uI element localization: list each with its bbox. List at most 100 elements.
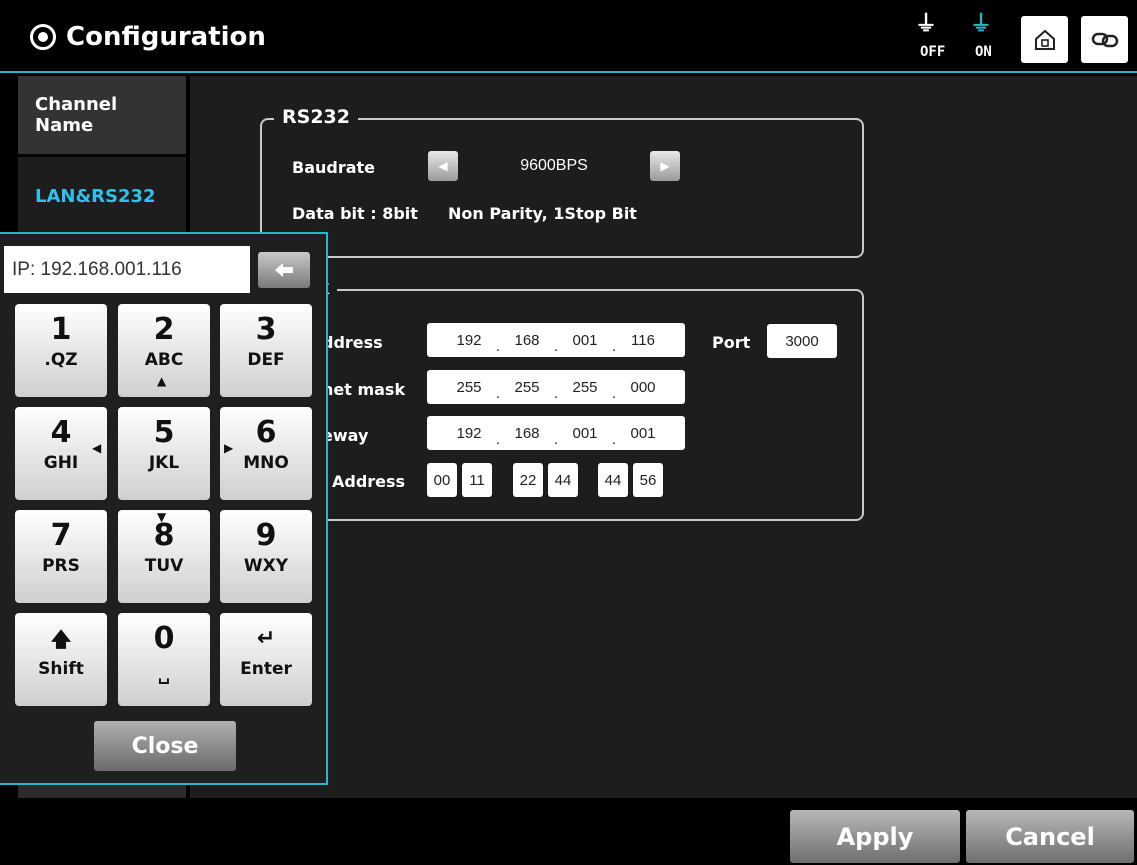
apply-button[interactable]: Apply (790, 810, 960, 863)
key-7[interactable]: 7 PRS (15, 510, 107, 603)
page-title: Configuration (30, 22, 266, 52)
parity-text: Non Parity, 1Stop Bit (448, 204, 637, 223)
ip-octet: 001 (572, 331, 598, 349)
key-1[interactable]: 1 .QZ (15, 304, 107, 397)
subnet-octet: 255 (572, 378, 598, 396)
ip-address-label: ddress (322, 333, 383, 352)
key-letters: PRS (42, 556, 80, 576)
triangle-left-icon: ◀ (438, 159, 448, 173)
key-number: 1 (50, 312, 72, 347)
gateway-octet: 001 (630, 424, 656, 442)
arrow-up-icon: 🡅 (50, 627, 72, 651)
key-letters: Enter (240, 659, 292, 679)
key-letters: MNO (243, 453, 289, 473)
key-number: 0 (153, 621, 175, 656)
key-letters: DEF (247, 350, 285, 370)
gateway-octet: 001 (572, 424, 598, 442)
tab-channel-name[interactable]: Channel Name (18, 76, 186, 154)
mac-address-label: Address (332, 472, 406, 491)
page-title-text: Configuration (66, 22, 266, 52)
home-button[interactable] (1021, 16, 1068, 63)
key-letters: WXY (243, 556, 289, 576)
subnet-mask-label: net mask (322, 380, 406, 399)
mac-byte[interactable]: 00 (427, 463, 457, 497)
key-shift[interactable]: 🡅 Shift (15, 613, 107, 706)
output-on-button[interactable]: ⏚ ON (963, 14, 1005, 64)
key-letters: ABC (144, 350, 184, 370)
plug-off-icon: ⏚ (915, 12, 938, 37)
gateway-field[interactable]: 192. 168. 001. 001 (427, 416, 685, 450)
key-letters: JKL (148, 453, 180, 473)
plug-on-icon: ⏚ (970, 12, 993, 37)
enter-icon: ↵ (256, 626, 276, 651)
space-icon: ␣ (157, 665, 171, 685)
key-letters: GHI (43, 453, 79, 473)
key-letters: .QZ (44, 350, 78, 370)
key-letters: TUV (144, 556, 184, 576)
port-field[interactable]: 3000 (767, 324, 837, 358)
key-0[interactable]: 0 ␣ (118, 613, 210, 706)
port-label: Port (712, 333, 751, 352)
key-2[interactable]: 2 ABC ▲ (118, 304, 210, 397)
backspace-button[interactable] (258, 252, 310, 288)
key-9[interactable]: 9 WXY (220, 510, 312, 603)
triangle-up-icon: ▲ (157, 374, 167, 388)
mac-byte[interactable]: 56 (633, 463, 663, 497)
ip-entry-display[interactable]: IP: 192.168.001.116 (4, 246, 250, 293)
baudrate-value: 9600BPS (520, 157, 588, 174)
triangle-left-icon: ◀ (92, 441, 102, 455)
key-number: 5 (153, 415, 175, 450)
key-5[interactable]: 5 JKL (118, 407, 210, 500)
key-4[interactable]: 4 GHI ◀ (15, 407, 107, 500)
cancel-button[interactable]: Cancel (966, 810, 1134, 863)
rs232-group: RS232 Baudrate ◀ 9600BPS ▶ Data bit : 8b… (260, 106, 864, 258)
ip-octet: 116 (631, 331, 655, 349)
mac-byte[interactable]: 22 (513, 463, 543, 497)
output-off-button[interactable]: ⏚ OFF (908, 14, 950, 64)
key-number: 9 (255, 518, 277, 553)
subnet-mask-field[interactable]: 255. 255. 255. 000 (427, 370, 685, 404)
ip-keypad-popup: IP: 192.168.001.116 1 .QZ 2 ABC ▲ 3 DEF … (0, 232, 328, 785)
subnet-octet: 255 (456, 378, 482, 396)
mac-byte[interactable]: 44 (598, 463, 628, 497)
rs232-legend: RS232 (274, 106, 358, 128)
header-bar: Configuration ⏚ OFF ⏚ ON (0, 0, 1137, 73)
key-letters: Shift (38, 659, 84, 679)
tab-lan-rs232[interactable]: LAN&RS232 (18, 157, 186, 235)
key-number: 6 (255, 415, 277, 450)
keypad-close-button[interactable]: Close (94, 721, 236, 771)
triangle-right-icon: ▶ (224, 441, 234, 455)
link-icon (1091, 32, 1118, 47)
key-3[interactable]: 3 DEF (220, 304, 312, 397)
link-button[interactable] (1081, 16, 1128, 63)
key-number: 7 (50, 518, 72, 553)
plug-on-label: ON (975, 44, 992, 60)
key-number: 2 (153, 312, 175, 347)
key-number: 3 (255, 312, 277, 347)
arrow-left-icon (275, 263, 293, 277)
gear-icon (30, 24, 56, 50)
subnet-octet: 000 (630, 378, 656, 396)
tab-lan-rs232-label: LAN&RS232 (35, 185, 156, 207)
network-group: vork ddress 192. 168. 001. 116 Port 3000… (260, 277, 864, 521)
databit-text: Data bit : 8bit (292, 204, 418, 223)
triangle-right-icon: ▶ (660, 159, 670, 173)
mac-byte[interactable]: 11 (462, 463, 492, 497)
subnet-octet: 255 (514, 378, 540, 396)
baudrate-prev-button[interactable]: ◀ (428, 151, 458, 181)
main-panel: RS232 Baudrate ◀ 9600BPS ▶ Data bit : 8b… (190, 76, 1137, 798)
ip-address-field[interactable]: 192. 168. 001. 116 (427, 323, 685, 357)
footer-bar: Apply Cancel (0, 798, 1137, 865)
gateway-label: eway (322, 426, 369, 445)
key-6[interactable]: 6 MNO ▶ (220, 407, 312, 500)
ip-octet: 168 (514, 331, 540, 349)
key-8[interactable]: ▼ 8 TUV (118, 510, 210, 603)
baudrate-label: Baudrate (292, 158, 376, 177)
baudrate-next-button[interactable]: ▶ (650, 151, 680, 181)
mac-byte[interactable]: 44 (548, 463, 578, 497)
plug-off-label: OFF (920, 44, 946, 60)
home-icon (1034, 29, 1055, 50)
tab-channel-name-line2: Name (35, 115, 94, 136)
key-number: 8 (153, 518, 175, 553)
key-enter[interactable]: ↵ Enter (220, 613, 312, 706)
